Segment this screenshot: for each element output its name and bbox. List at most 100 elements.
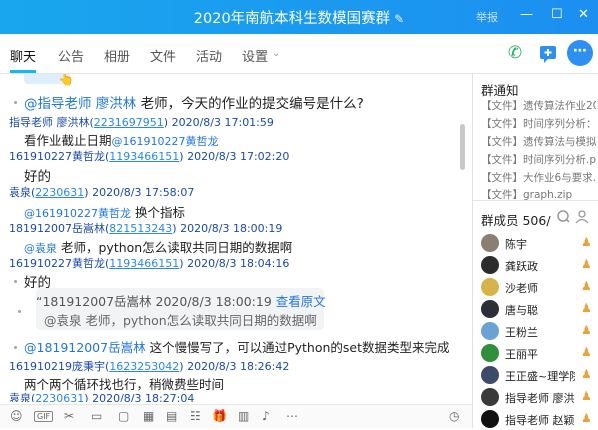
music-icon[interactable]: ♪ [262, 409, 270, 423]
maximize-icon[interactable]: ☐ [551, 6, 563, 24]
notice-item[interactable]: 【文件】时间序列分析： [481, 116, 596, 131]
member-row[interactable]: 陈宇 ♟ [479, 232, 597, 254]
member-row[interactable]: 唐与聪 ♟ [479, 298, 597, 320]
member-row[interactable]: 指导老师 赵颖 ♟ [479, 408, 597, 430]
message-header: 袁泉(2230631) 2020/8/3 17:58:07 [9, 186, 195, 199]
group-name: 2020年南航本科生数模国赛群 [193, 11, 391, 27]
notice-item[interactable]: 【文件】遗传算法与模拟 [481, 134, 596, 149]
member-row[interactable]: 龚跃政 ♟ [479, 254, 597, 276]
tab-activity[interactable]: 活动 [196, 46, 222, 65]
window-title: 2020年南航本科生数模国赛群 ✎ [0, 7, 598, 28]
message-header: 161910227黄哲龙(1193466151) 2020/8/3 18:04:… [9, 257, 290, 270]
message-dot [14, 346, 17, 349]
member-row[interactable]: 指导老师 廖洪 ♟ [479, 386, 597, 408]
right-panel: 群通知 【文件】遗传算法作业20 【文件】时间序列分析： 【文件】遗传算法与模拟… [473, 74, 598, 428]
qq-id-link[interactable]: 2230631 [35, 186, 84, 199]
chat-history[interactable]: 👆 @指导老师 廖洪林 老师，今天的作业的提交编号是什么? 指导老师 廖洪林(2… [0, 74, 472, 402]
member-name: 王正盛~理学院 [505, 370, 575, 383]
close-icon[interactable]: ✕ [578, 6, 589, 24]
notice-title: 群通知 [481, 83, 519, 98]
more-tools-icon[interactable]: ⋯ [286, 409, 298, 423]
tab-album[interactable]: 相册 [104, 46, 130, 65]
minimize-icon[interactable]: — [520, 6, 533, 24]
gif-icon[interactable]: GIF [34, 411, 54, 422]
member-name: 王粉兰 [505, 326, 538, 339]
notice-item[interactable]: 【文件】遗传算法作业20 [481, 98, 596, 113]
view-original-link[interactable]: 查看原文 [276, 294, 326, 309]
notice-item[interactable]: 【文件】大作业6与要求.d [481, 170, 596, 185]
qq-id-link[interactable]: 821513243 [109, 222, 172, 235]
avatar [481, 278, 499, 296]
tab-chat[interactable]: 聊天 [10, 46, 36, 65]
message-header: 指导老师 廖洪林(2231697951) 2020/8/3 17:01:59 [9, 116, 274, 129]
member-name: 龚跃政 [505, 260, 538, 273]
game-icon[interactable]: ▤ [166, 409, 177, 423]
message-header: 161910227黄哲龙(1193466151) 2020/8/3 17:02:… [9, 150, 290, 163]
member-name: 唐与聪 [505, 304, 538, 317]
hand-emoji-icon: 👆 [58, 74, 75, 87]
qq-id-link[interactable]: 2230631 [35, 392, 84, 402]
member-row[interactable]: 王粉兰 ♟ [479, 320, 597, 342]
qq-id-link[interactable]: 2231697951 [94, 116, 164, 129]
member-row[interactable]: 王丽平 ♟ [479, 342, 597, 364]
member-name: 沙老师 [505, 282, 538, 295]
qq-id-link[interactable]: 1193466151 [109, 257, 179, 270]
avatar [481, 234, 499, 252]
member-search-icon[interactable] [557, 208, 593, 227]
tab-announcement[interactable]: 公告 [58, 46, 84, 65]
phone-icon[interactable]: ✆ [502, 40, 528, 66]
notice-item[interactable]: 【文件】时间序列分析.pdf [481, 152, 596, 167]
member-badge-icon: ♟ [581, 323, 592, 337]
member-row[interactable]: 王正盛~理学院 ♟ [479, 364, 597, 386]
screen-icon[interactable]: ▦ [143, 409, 154, 423]
member-badge-icon: ♟ [581, 235, 592, 249]
avatar [481, 256, 499, 274]
panel-separator [473, 200, 598, 201]
message-text: @161910227黄哲龙 换个指标 [24, 205, 185, 220]
document-icon[interactable]: ▥ [238, 409, 249, 423]
chat-scrollbar[interactable] [460, 124, 465, 170]
member-row[interactable]: 沙老师 ♟ [479, 276, 597, 298]
member-count: 群成员 506/ [481, 213, 551, 228]
tab-settings[interactable]: 设置 [242, 46, 268, 65]
message-text: 看作业截止日期@161910227黄哲龙 [24, 133, 219, 148]
qq-id-link[interactable]: 1623253042 [109, 360, 179, 373]
input-toolbar: ☺ GIF ✂ ▭ ▢ ▦ ▤ ☷ 🎁 ▥ ♪ ⋯ ◷ [0, 404, 472, 428]
message-text: @袁泉 老师，python怎么读取共同日期的数据啊 [24, 240, 293, 255]
member-name: 王丽平 [505, 348, 538, 361]
more-icon[interactable]: ⋯ [567, 40, 593, 66]
message-text: 好的 [24, 169, 51, 185]
avatar [481, 410, 499, 428]
member-name: 陈宇 [505, 238, 527, 251]
scissors-icon[interactable]: ✂ [64, 409, 74, 423]
member-name: 指导老师 廖洪 [505, 392, 575, 405]
member-badge-icon: ♟ [581, 367, 592, 381]
message-text: @指导老师 廖洪林 老师，今天的作业的提交编号是什么? [24, 96, 364, 112]
message-dot [18, 310, 21, 313]
quoted-message: “181912007岳嵩林 2020/8/3 18:00:19 查看原文 @袁泉… [36, 288, 326, 330]
message-dot [14, 280, 17, 283]
gift-icon[interactable]: 🎁 [212, 409, 227, 423]
title-bar: 2020年南航本科生数模国赛群 ✎ 举报 — ☐ ✕ [0, 0, 598, 34]
image-icon[interactable]: ▢ [118, 409, 129, 423]
message-header: 161910219庞秉宇(1623253042) 2020/8/3 18:26:… [9, 360, 290, 373]
member-badge-icon: ♟ [581, 301, 592, 315]
avatar [481, 388, 499, 406]
add-app-icon[interactable] [535, 40, 561, 66]
member-badge-icon: ♟ [581, 345, 592, 359]
tab-files[interactable]: 文件 [150, 46, 176, 65]
chevron-down-icon[interactable]: ⌄ [272, 48, 280, 59]
message-text: @181912007岳嵩林 这个慢慢写了，可以通过Python的set数据类型来… [24, 340, 450, 355]
message-header: 袁泉(2230631) 2020/8/3 18:27:04 [9, 390, 194, 402]
message-dot [14, 101, 17, 104]
edit-icon[interactable]: ✎ [394, 12, 404, 26]
history-icon[interactable]: ◷ [449, 409, 459, 423]
avatar [481, 366, 499, 384]
report-button[interactable]: 举报 [476, 9, 498, 25]
voting-icon[interactable]: ☷ [190, 409, 201, 423]
emoji-icon[interactable]: ☺ [10, 409, 23, 423]
member-badge-icon: ♟ [581, 389, 592, 403]
qq-id-link[interactable]: 1193466151 [109, 150, 179, 163]
quote-body: @袁泉 老师，python怎么读取共同日期的数据啊 [44, 313, 317, 328]
folder-icon[interactable]: ▭ [91, 409, 102, 423]
